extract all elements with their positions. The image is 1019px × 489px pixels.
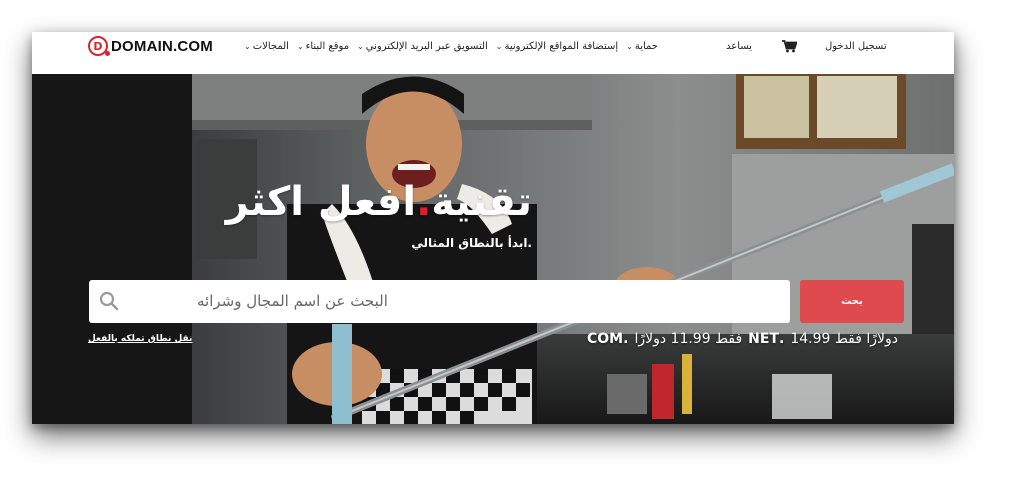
- search-button[interactable]: بحث: [800, 280, 904, 323]
- headline-part-1: تقنية: [431, 179, 532, 225]
- help-link[interactable]: يساعد: [726, 38, 752, 54]
- hero-subheading: .ابدأ بالنطاق المثالي: [411, 236, 532, 250]
- search-icon: [99, 291, 119, 311]
- main-menu: المجالات ⌄ موقع البناء ⌄ التسويق عبر الب…: [244, 38, 658, 54]
- nav-item-website-builder[interactable]: موقع البناء ⌄: [297, 38, 349, 54]
- nav-item-web-hosting[interactable]: إستضافة المواقع الإلكترونية ⌄: [496, 38, 618, 54]
- domain-search-input[interactable]: [129, 280, 779, 323]
- com-price: فقط 11.99 دولارًا: [634, 331, 743, 347]
- nav-item-label: إستضافة المواقع الإلكترونية: [504, 40, 619, 52]
- headline-red-dot: .: [416, 179, 432, 225]
- logo-mark-icon: D: [88, 36, 110, 56]
- nav-item-security[interactable]: حماية ⌄: [626, 38, 658, 54]
- nav-item-label: المجالات: [252, 40, 289, 52]
- nav-item-email-marketing[interactable]: التسويق عبر البريد الإلكتروني ⌄: [357, 38, 488, 54]
- chevron-down-icon: ⌄: [495, 41, 503, 51]
- nav-item-label: التسويق عبر البريد الإلكتروني: [365, 40, 488, 52]
- logo-text: DOMAIN.COM: [111, 37, 213, 55]
- headline-part-2: افعل اكثر: [225, 179, 417, 225]
- com-tld: .COM: [587, 331, 629, 347]
- net-price: دولارًا فقط 14.99: [790, 331, 898, 347]
- cart-icon[interactable]: [782, 38, 797, 54]
- browser-page: D DOMAIN.COM المجالات ⌄ موقع البناء ⌄ ال…: [32, 32, 954, 424]
- help-label: يساعد: [726, 40, 752, 52]
- net-tld: .NET: [748, 331, 785, 347]
- hero-section: تقنية.افعل اكثر .ابدأ بالنطاق المثالي ال…: [32, 74, 954, 424]
- chevron-down-icon: ⌄: [626, 41, 633, 51]
- chevron-down-icon: ⌄: [357, 41, 364, 51]
- top-navigation: D DOMAIN.COM المجالات ⌄ موقع البناء ⌄ ال…: [32, 32, 954, 74]
- logo[interactable]: D DOMAIN.COM: [88, 35, 213, 57]
- nav-item-label: موقع البناء: [305, 40, 350, 52]
- nav-item-label: حماية: [634, 40, 658, 52]
- chevron-down-icon: ⌄: [296, 41, 304, 51]
- hero-headline: تقنية.افعل اكثر: [226, 179, 532, 225]
- sign-in-link[interactable]: تسجيل الدخول: [825, 38, 887, 54]
- tld-price-promo: دولارًا فقط 14.99 .NET فقط 11.99 دولارًا…: [587, 331, 898, 347]
- transfer-domain-link[interactable]: نقل نطاق تملكه بالفعل: [88, 334, 192, 344]
- nav-item-domains[interactable]: المجالات ⌄: [244, 38, 289, 54]
- domain-search-box: البحث عن اسم المجال وشرائه: [89, 280, 790, 323]
- chevron-down-icon: ⌄: [244, 41, 251, 51]
- sign-in-label: تسجيل الدخول: [825, 40, 887, 52]
